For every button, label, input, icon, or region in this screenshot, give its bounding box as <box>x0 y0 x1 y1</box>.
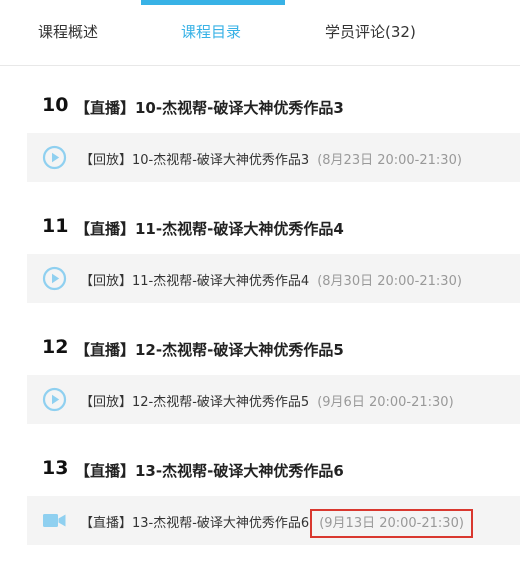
lesson-row-live[interactable]: 【直播】13-杰视帮-破译大神优秀作品6 (9月13日 20:00-21:30) <box>27 496 520 545</box>
chapter-section: 12 【直播】12-杰视帮-破译大神优秀作品5 【回放】12-杰视帮-破译大神优… <box>0 324 520 424</box>
lesson-row[interactable]: 【回放】10-杰视帮-破译大神优秀作品3 (8月23日 20:00-21:30) <box>27 133 520 182</box>
play-circle-icon <box>42 145 67 170</box>
chapter-title: 【直播】12-杰视帮-破译大神优秀作品5 <box>75 341 344 359</box>
chapter-number: 13 <box>42 457 69 479</box>
lesson-time-highlighted: (9月13日 20:00-21:30) <box>310 509 473 538</box>
lesson-title: 【回放】10-杰视帮-破译大神优秀作品3 <box>80 153 310 168</box>
tab-reviews[interactable]: 学员评论(32) <box>325 21 416 42</box>
lesson-row[interactable]: 【回放】12-杰视帮-破译大神优秀作品5 (9月6日 20:00-21:30) <box>27 375 520 424</box>
tab-overview[interactable]: 课程概述 <box>38 21 98 42</box>
tab-catalog[interactable]: 课程目录 <box>181 21 241 42</box>
lesson-time: (9月6日 20:00-21:30) <box>317 395 454 410</box>
play-circle-icon <box>42 387 67 412</box>
active-tab-indicator <box>141 0 285 5</box>
chapter-header: 13 【直播】13-杰视帮-破译大神优秀作品6 <box>0 445 520 495</box>
chapter-section: 10 【直播】10-杰视帮-破译大神优秀作品3 【回放】10-杰视帮-破译大神优… <box>0 82 520 182</box>
lesson-title: 【回放】12-杰视帮-破译大神优秀作品5 <box>80 395 310 410</box>
chapter-header: 10 【直播】10-杰视帮-破译大神优秀作品3 <box>0 82 520 132</box>
chapter-number: 11 <box>42 215 69 237</box>
chapter-header: 11 【直播】11-杰视帮-破译大神优秀作品4 <box>0 203 520 253</box>
lesson-time: (8月30日 20:00-21:30) <box>317 274 462 289</box>
lesson-time: (8月23日 20:00-21:30) <box>317 153 462 168</box>
chapter-number: 10 <box>42 94 69 116</box>
video-camera-icon <box>43 514 66 527</box>
course-tabs: 课程概述 课程目录 学员评论(32) <box>0 0 520 66</box>
chapter-title: 【直播】13-杰视帮-破译大神优秀作品6 <box>75 462 344 480</box>
lesson-row[interactable]: 【回放】11-杰视帮-破译大神优秀作品4 (8月30日 20:00-21:30) <box>27 254 520 303</box>
chapter-title: 【直播】11-杰视帮-破译大神优秀作品4 <box>75 220 344 238</box>
chapter-title: 【直播】10-杰视帮-破译大神优秀作品3 <box>75 99 344 117</box>
play-circle-icon <box>42 266 67 291</box>
chapter-number: 12 <box>42 336 69 358</box>
chapter-section: 11 【直播】11-杰视帮-破译大神优秀作品4 【回放】11-杰视帮-破译大神优… <box>0 203 520 303</box>
chapter-header: 12 【直播】12-杰视帮-破译大神优秀作品5 <box>0 324 520 374</box>
lesson-title: 【回放】11-杰视帮-破译大神优秀作品4 <box>80 274 310 289</box>
chapter-section: 13 【直播】13-杰视帮-破译大神优秀作品6 【直播】13-杰视帮-破译大神优… <box>0 445 520 545</box>
lesson-title: 【直播】13-杰视帮-破译大神优秀作品6 <box>80 516 310 531</box>
